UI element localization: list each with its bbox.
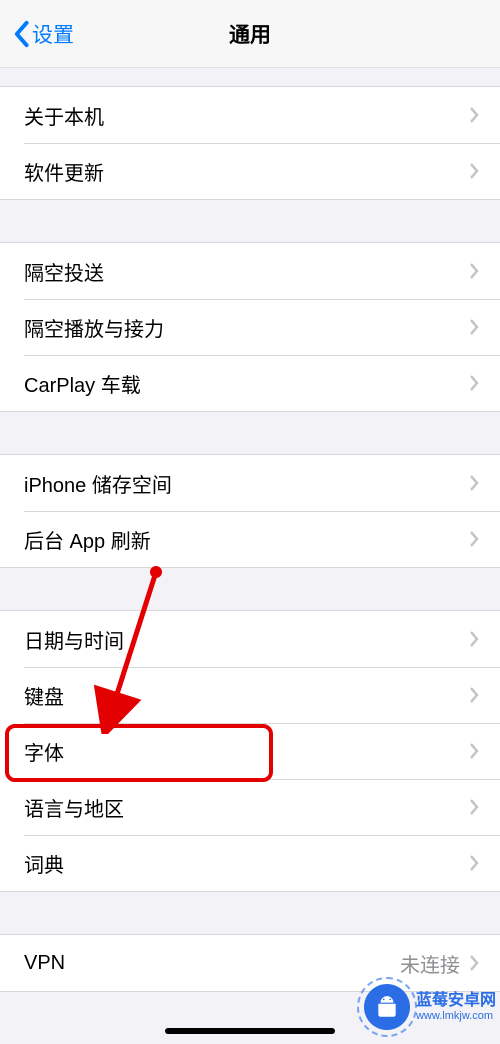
row-label: 语言与地区 xyxy=(24,793,468,822)
back-label: 设置 xyxy=(32,19,74,49)
row-keyboard[interactable]: 键盘 xyxy=(0,667,500,723)
row-label: 关于本机 xyxy=(24,101,468,130)
row-software-update[interactable]: 软件更新 xyxy=(0,143,500,199)
row-label: 隔空播放与接力 xyxy=(24,313,468,342)
chevron-right-icon xyxy=(468,798,480,816)
row-dictionary[interactable]: 词典 xyxy=(0,835,500,891)
watermark: 蓝莓安卓网 www.lmkjw.com xyxy=(364,984,496,1030)
navigation-bar: 设置 通用 xyxy=(0,0,500,68)
row-airplay[interactable]: 隔空播放与接力 xyxy=(0,299,500,355)
chevron-right-icon xyxy=(468,374,480,392)
row-language[interactable]: 语言与地区 xyxy=(0,779,500,835)
page-title: 通用 xyxy=(229,19,271,49)
chevron-right-icon xyxy=(468,530,480,548)
row-storage[interactable]: iPhone 储存空间 xyxy=(0,455,500,511)
settings-group: 日期与时间键盘字体语言与地区词典 xyxy=(0,610,500,892)
chevron-left-icon xyxy=(12,20,30,48)
row-bg-refresh[interactable]: 后台 App 刷新 xyxy=(0,511,500,567)
chevron-right-icon xyxy=(468,742,480,760)
row-label: 词典 xyxy=(24,849,468,878)
row-label: 软件更新 xyxy=(24,157,468,186)
row-value: 未连接 xyxy=(400,949,460,978)
back-button[interactable]: 设置 xyxy=(12,19,74,49)
chevron-right-icon xyxy=(468,162,480,180)
chevron-right-icon xyxy=(468,686,480,704)
row-label: VPN xyxy=(24,952,400,975)
watermark-url: www.lmkjw.com xyxy=(416,1010,496,1022)
row-label: 字体 xyxy=(24,737,468,766)
watermark-logo-icon xyxy=(364,984,410,1030)
watermark-title: 蓝莓安卓网 xyxy=(416,992,496,1010)
row-label: iPhone 储存空间 xyxy=(24,469,468,498)
row-fonts[interactable]: 字体 xyxy=(0,723,500,779)
row-label: 日期与时间 xyxy=(24,625,468,654)
settings-group: 隔空投送隔空播放与接力 CarPlay 车载 xyxy=(0,242,500,412)
chevron-right-icon xyxy=(468,630,480,648)
chevron-right-icon xyxy=(468,954,480,972)
row-label: 隔空投送 xyxy=(24,257,468,286)
settings-group: 关于本机软件更新 xyxy=(0,86,500,200)
settings-group: iPhone 储存空间后台 App 刷新 xyxy=(0,454,500,568)
row-carplay[interactable]: CarPlay 车载 xyxy=(0,355,500,411)
row-airdrop[interactable]: 隔空投送 xyxy=(0,243,500,299)
chevron-right-icon xyxy=(468,106,480,124)
chevron-right-icon xyxy=(468,318,480,336)
chevron-right-icon xyxy=(468,854,480,872)
row-datetime[interactable]: 日期与时间 xyxy=(0,611,500,667)
chevron-right-icon xyxy=(468,262,480,280)
row-about[interactable]: 关于本机 xyxy=(0,87,500,143)
home-indicator[interactable] xyxy=(165,1028,335,1034)
settings-list: 关于本机软件更新隔空投送隔空播放与接力 CarPlay 车载 iPhone 储存空间… xyxy=(0,86,500,992)
row-label: 后台 App 刷新 xyxy=(24,525,468,554)
row-vpn[interactable]: VPN未连接 xyxy=(0,935,500,991)
row-label: CarPlay 车载 xyxy=(24,369,468,398)
chevron-right-icon xyxy=(468,474,480,492)
row-label: 键盘 xyxy=(24,681,468,710)
